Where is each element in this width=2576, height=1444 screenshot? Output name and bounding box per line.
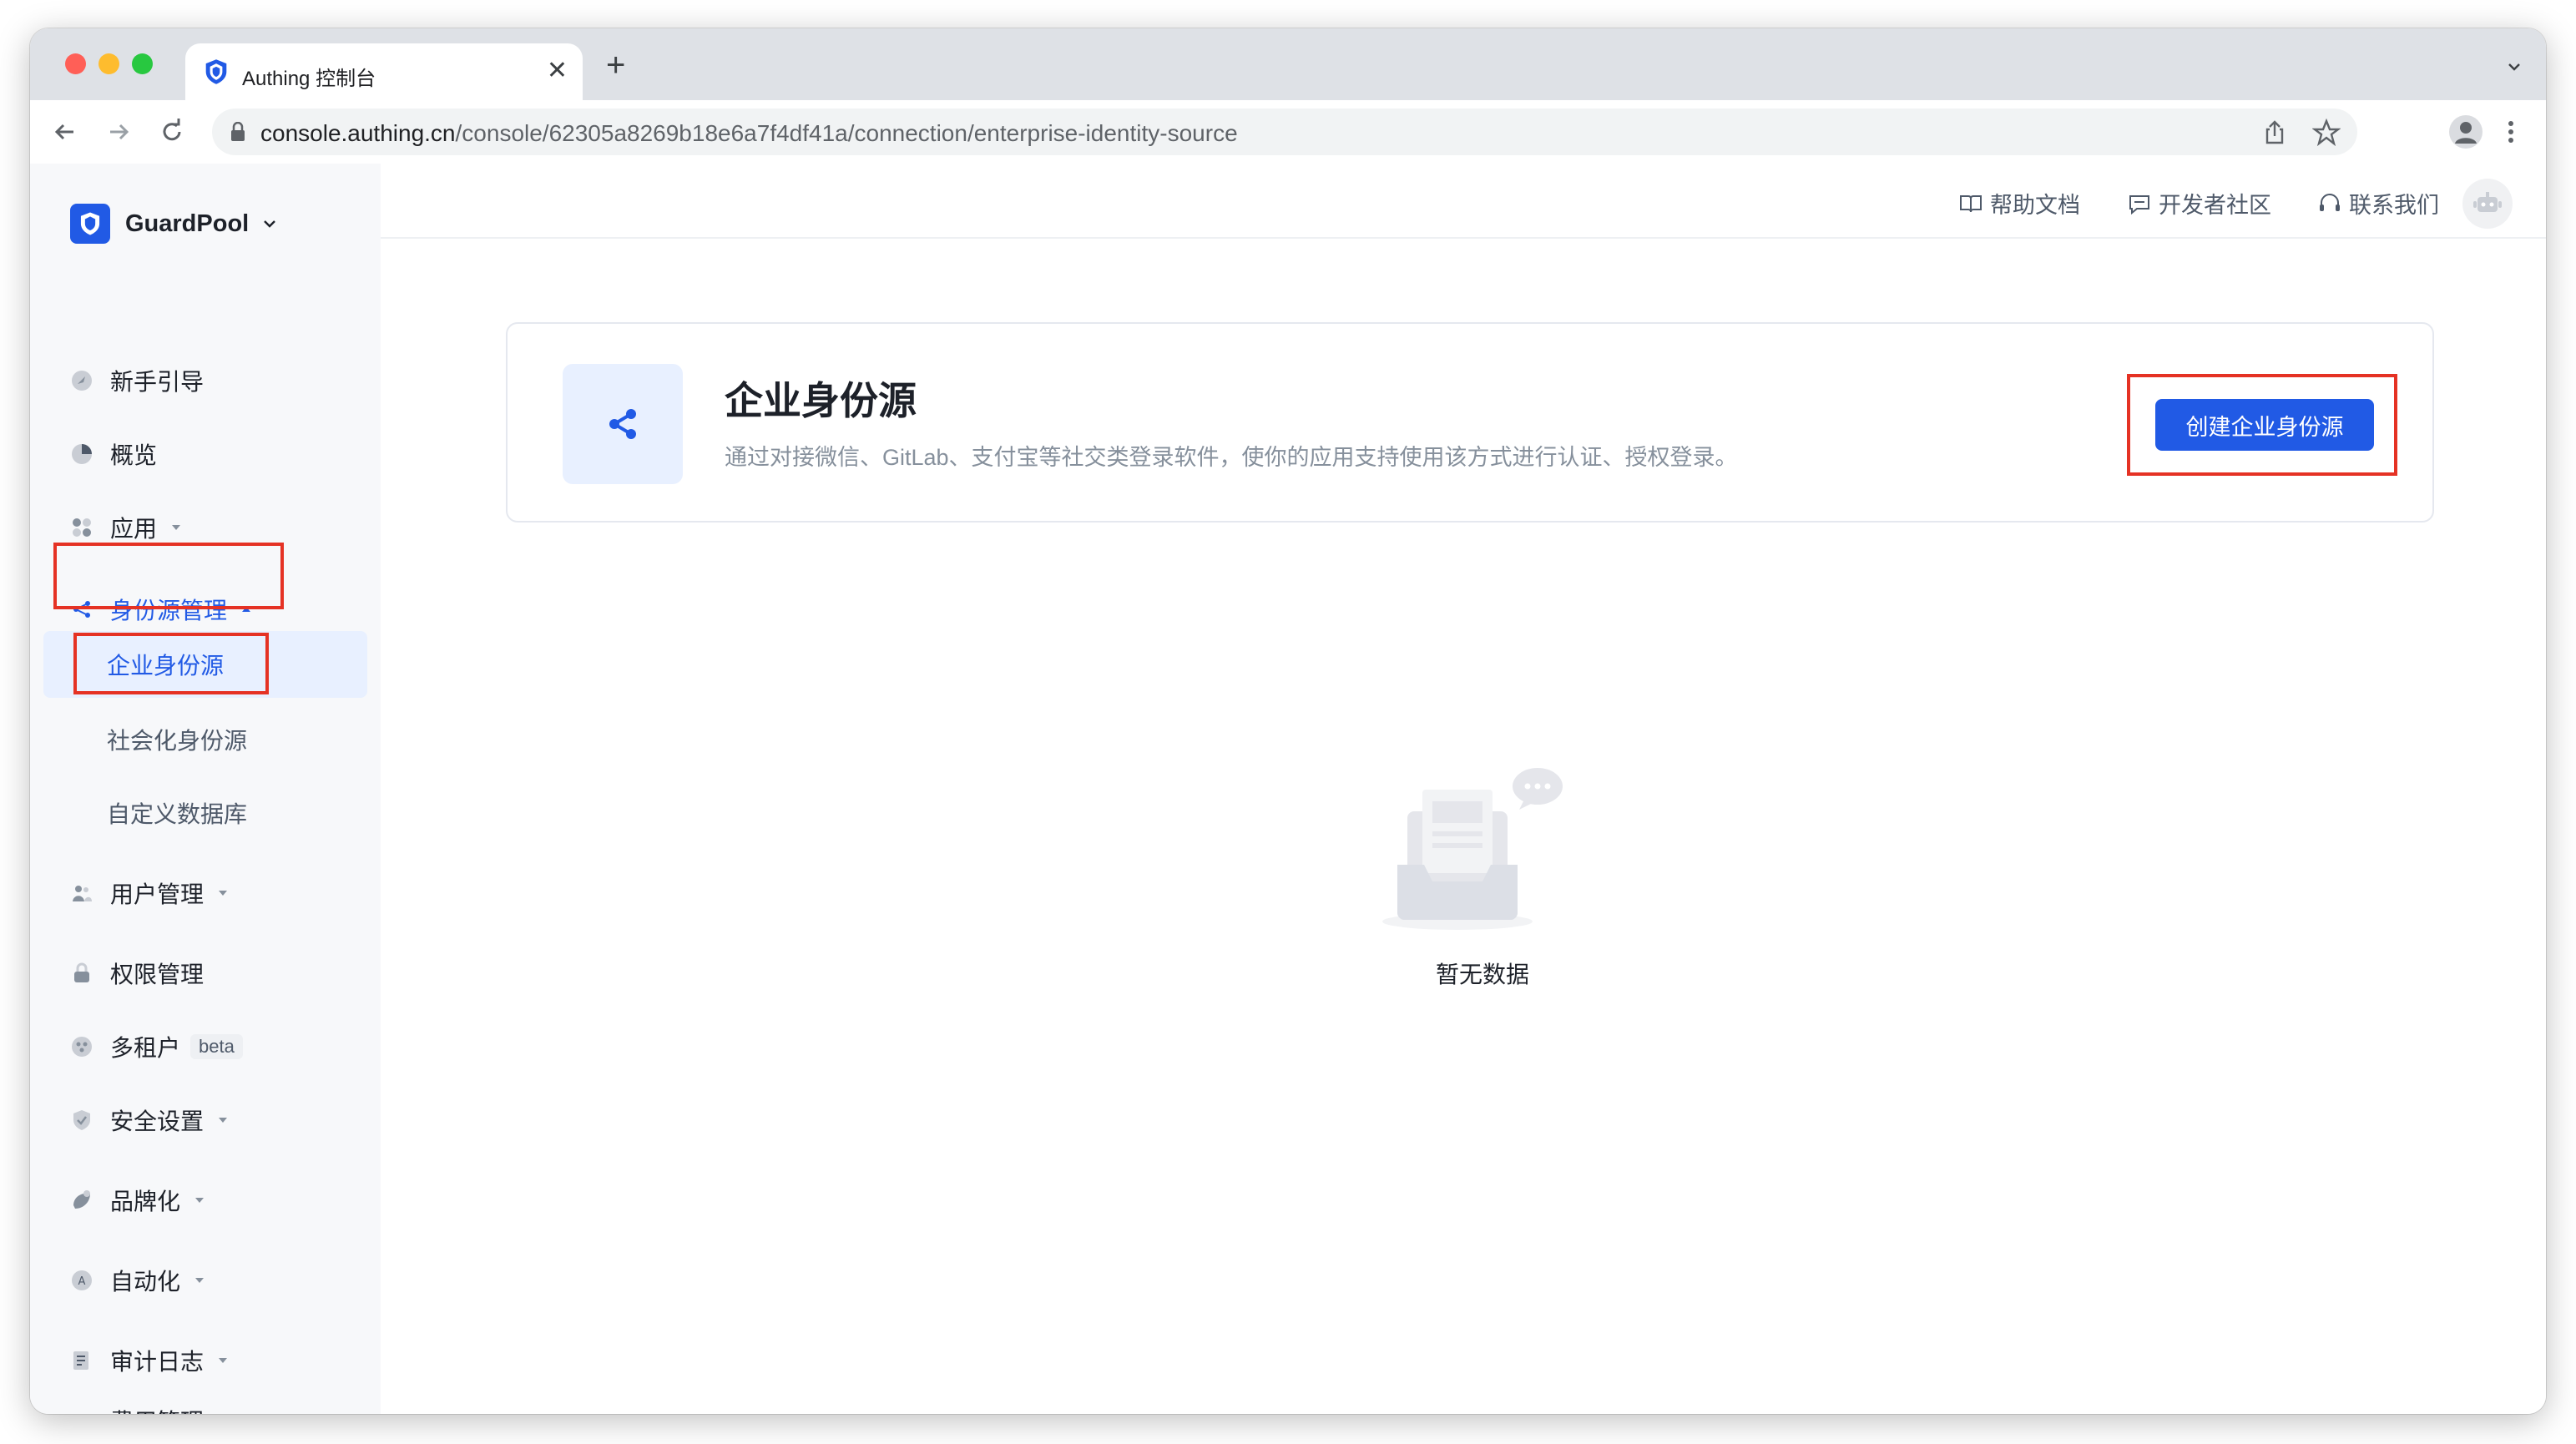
log-icon bbox=[73, 1351, 88, 1370]
page-header-card: 企业身份源 通过对接微信、GitLab、支付宝等社交类登录软件，使你的应用支持使… bbox=[506, 322, 2434, 523]
headset-icon bbox=[2320, 193, 2340, 211]
empty-state-text: 暂无数据 bbox=[1435, 962, 1529, 987]
tab-strip: Authing 控制台 ✕ + bbox=[30, 28, 2546, 100]
sidebar-subitem-custom-db[interactable]: 自定义数据库 bbox=[107, 788, 247, 838]
more-menu-icon[interactable] bbox=[2494, 115, 2528, 149]
new-tab-icon[interactable]: + bbox=[606, 48, 625, 82]
chevron-down-icon bbox=[264, 220, 276, 228]
guardpool-logo-icon bbox=[70, 204, 110, 244]
message-icon bbox=[2129, 194, 2149, 215]
page-title: 企业身份源 bbox=[725, 379, 917, 422]
caret-down-icon bbox=[219, 1118, 228, 1123]
sidebar-item-billing[interactable]: 费用管理 bbox=[70, 1396, 204, 1414]
org-name: GuardPool bbox=[125, 210, 250, 237]
sidebar-item-label: 安全设置 bbox=[110, 1108, 205, 1134]
sidebar-subitem-label: 社会化身份源 bbox=[107, 728, 248, 754]
shield-icon bbox=[73, 1110, 90, 1130]
sidebar-item-label: 权限管理 bbox=[110, 962, 205, 987]
share-nodes-icon bbox=[563, 364, 683, 484]
beta-badge: beta bbox=[190, 1034, 243, 1059]
contact-us-link[interactable]: 联系我们 bbox=[2317, 187, 2439, 220]
caret-down-icon bbox=[219, 1358, 228, 1363]
dev-community-label: 开发者社区 bbox=[2159, 193, 2271, 218]
sidebar-item-tenants[interactable]: 多租户 beta bbox=[70, 1022, 243, 1072]
close-tab-icon[interactable]: ✕ bbox=[547, 57, 568, 85]
caret-down-icon bbox=[195, 1198, 205, 1203]
user-avatar-icon[interactable] bbox=[2462, 179, 2513, 229]
sidebar-item-users[interactable]: 用户管理 bbox=[70, 868, 229, 918]
sidebar-item-label: 多租户 bbox=[110, 1035, 181, 1061]
sidebar-subitem-label: 自定义数据库 bbox=[107, 801, 248, 827]
lock-icon bbox=[74, 962, 89, 982]
top-header: 帮助文档 开发者社区 联系我们 bbox=[381, 164, 2546, 239]
main-content: 帮助文档 开发者社区 联系我们 企业身份源 通过对接微信、GitLab、支付宝等… bbox=[381, 164, 2546, 1414]
sidebar-item-label: 自动化 bbox=[110, 1269, 181, 1295]
close-window-button[interactable] bbox=[65, 53, 86, 74]
apps-icon bbox=[73, 518, 91, 537]
caret-down-icon bbox=[172, 525, 181, 530]
tenant-icon bbox=[72, 1037, 92, 1057]
forward-arrow-icon[interactable] bbox=[102, 115, 135, 149]
contact-us-label: 联系我们 bbox=[2349, 193, 2439, 218]
automation-icon: A bbox=[72, 1270, 92, 1290]
profile-avatar-icon[interactable] bbox=[2449, 115, 2483, 149]
highlight-box-create-button bbox=[2127, 374, 2397, 476]
app-container: GuardPool 新手引导 概览 应用 身份源管理 企业身份源 社会化身份源 … bbox=[30, 164, 2546, 1414]
tab-title: Authing 控制台 bbox=[242, 68, 376, 90]
dev-community-link[interactable]: 开发者社区 bbox=[2127, 187, 2271, 220]
browser-tab[interactable]: Authing 控制台 ✕ bbox=[185, 43, 583, 100]
sidebar-item-overview[interactable]: 概览 bbox=[70, 429, 157, 479]
caret-down-icon bbox=[219, 891, 228, 896]
sidebar-item-branding[interactable]: 品牌化 bbox=[70, 1175, 205, 1225]
back-arrow-icon[interactable] bbox=[48, 115, 82, 149]
sidebar-item-label: 费用管理 bbox=[110, 1404, 204, 1414]
sidebar-item-label: 审计日志 bbox=[110, 1349, 205, 1375]
sidebar-item-onboarding[interactable]: 新手引导 bbox=[70, 356, 204, 406]
sidebar-subitem-social[interactable]: 社会化身份源 bbox=[107, 714, 247, 765]
url-text: console.authing.cn/console/62305a8269b18… bbox=[260, 120, 1238, 146]
maximize-window-button[interactable] bbox=[132, 53, 153, 74]
help-docs-link[interactable]: 帮助文档 bbox=[1958, 187, 2080, 220]
rocket-icon bbox=[72, 371, 92, 391]
tab-search-chevron-icon[interactable] bbox=[2506, 58, 2523, 75]
book-icon bbox=[1960, 194, 1982, 212]
sidebar: GuardPool 新手引导 概览 应用 身份源管理 企业身份源 社会化身份源 … bbox=[30, 164, 381, 1414]
sidebar-item-label: 品牌化 bbox=[110, 1189, 181, 1214]
caret-down-icon bbox=[195, 1278, 205, 1283]
help-docs-label: 帮助文档 bbox=[1990, 193, 2080, 218]
pie-chart-icon bbox=[72, 444, 92, 464]
sidebar-item-label: 应用 bbox=[110, 516, 158, 542]
svg-text:A: A bbox=[78, 1275, 86, 1288]
bookmark-star-icon[interactable] bbox=[2312, 119, 2341, 147]
sidebar-item-label: 用户管理 bbox=[110, 881, 205, 907]
highlight-box-enterprise-subitem bbox=[73, 633, 269, 694]
org-switcher[interactable]: GuardPool bbox=[70, 204, 277, 244]
users-icon bbox=[73, 886, 92, 901]
browser-window: Authing 控制台 ✕ + console.authing.cn/conso… bbox=[30, 28, 2546, 1414]
empty-inbox-icon bbox=[1382, 768, 1563, 930]
share-page-icon[interactable] bbox=[2260, 119, 2289, 147]
sidebar-item-label: 新手引导 bbox=[110, 369, 205, 395]
reload-icon[interactable] bbox=[155, 115, 189, 149]
page-description: 通过对接微信、GitLab、支付宝等社交类登录软件，使你的应用支持使用该方式进行… bbox=[725, 445, 1738, 470]
sidebar-item-automation[interactable]: A 自动化 bbox=[70, 1255, 205, 1305]
sidebar-item-security[interactable]: 安全设置 bbox=[70, 1095, 229, 1145]
browser-toolbar: console.authing.cn/console/62305a8269b18… bbox=[30, 100, 2546, 165]
highlight-box-identity-menu bbox=[53, 543, 284, 609]
sidebar-item-permissions[interactable]: 权限管理 bbox=[70, 948, 204, 998]
authing-shield-icon bbox=[205, 59, 227, 84]
brand-icon bbox=[73, 1190, 90, 1209]
billing-icon bbox=[70, 1409, 93, 1414]
sidebar-item-label: 概览 bbox=[110, 442, 158, 468]
minimize-window-button[interactable] bbox=[98, 53, 119, 74]
lock-icon bbox=[231, 122, 245, 141]
address-bar[interactable]: console.authing.cn/console/62305a8269b18… bbox=[212, 109, 2357, 155]
sidebar-item-audit-log[interactable]: 审计日志 bbox=[70, 1335, 229, 1386]
